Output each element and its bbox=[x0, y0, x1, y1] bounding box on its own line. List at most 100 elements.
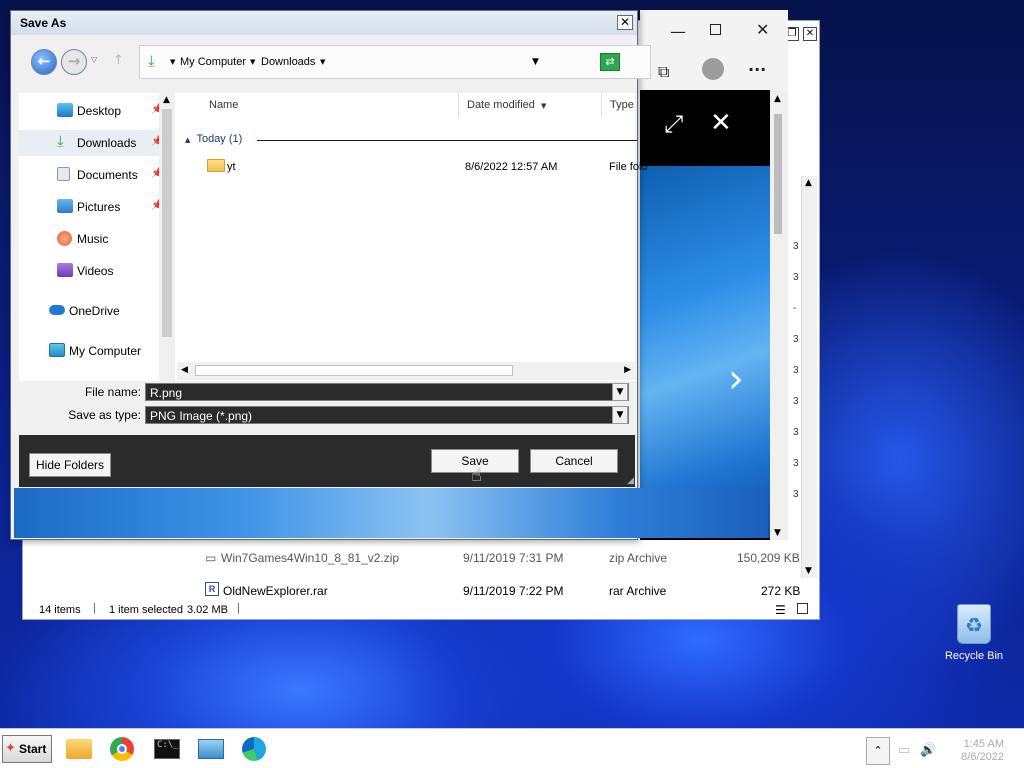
dialog-title: Save As bbox=[11, 11, 637, 35]
save-as-dialog: Save As ✕ ← → ▽ ↑ ⤓ ▼ My Computer ▼ Down… bbox=[10, 10, 651, 540]
breadcrumb-my-computer[interactable]: My Computer bbox=[180, 56, 246, 68]
recent-locations-dropdown-icon[interactable]: ▽ bbox=[91, 55, 97, 64]
scroll-thumb[interactable] bbox=[195, 365, 513, 376]
navigation-pane-scrollbar[interactable]: ▲ bbox=[159, 93, 175, 381]
chevron-down-icon[interactable]: ▼ bbox=[250, 58, 255, 66]
fullscreen-icon[interactable]: ⤢ bbox=[664, 110, 683, 138]
selection-count: 1 item selected bbox=[109, 604, 183, 616]
chevron-down-icon[interactable]: ▼ bbox=[612, 406, 628, 424]
file-size: 150,209 KB bbox=[737, 551, 800, 565]
column-header-date-modified[interactable]: Date modified ▼ bbox=[459, 93, 602, 117]
viewer-scrollbar[interactable]: ▲ ▼ bbox=[770, 90, 788, 540]
sidebar-item-videos[interactable]: Videos bbox=[19, 258, 159, 284]
sidebar-item-downloads[interactable]: ⤓ Downloads 📌 bbox=[19, 130, 163, 156]
chevron-down-icon[interactable]: ▼ bbox=[170, 58, 175, 66]
sidebar-item-pictures[interactable]: Pictures 📌 bbox=[19, 194, 163, 220]
scroll-thumb[interactable] bbox=[774, 114, 782, 234]
scroll-up-icon[interactable]: ▲ bbox=[805, 178, 812, 188]
windows-logo-icon: ✦ bbox=[5, 741, 16, 756]
group-divider bbox=[257, 140, 637, 141]
chevron-down-icon[interactable]: ▼ bbox=[612, 383, 628, 401]
clock-time: 1:45 AM bbox=[963, 738, 1004, 750]
next-image-icon[interactable]: › bbox=[728, 356, 744, 402]
forward-arrow-icon[interactable]: → bbox=[61, 49, 87, 75]
close-button[interactable]: ✕ bbox=[756, 20, 769, 39]
dialog-close-button[interactable]: ✕ bbox=[617, 15, 633, 30]
explorer-vertical-scrollbar[interactable]: ▲ ▼ bbox=[801, 176, 817, 578]
breadcrumb-downloads[interactable]: Downloads bbox=[261, 56, 315, 68]
file-name-label: File name: bbox=[84, 385, 141, 399]
column-header-type[interactable]: Type bbox=[602, 93, 642, 117]
hand-cursor-icon: ☝ bbox=[471, 465, 482, 486]
dialog-button-bar: Hide Folders Save Cancel ☝ ◢ bbox=[19, 435, 635, 487]
chevron-down-icon[interactable]: ▼ bbox=[320, 58, 325, 66]
file-list-horizontal-scrollbar[interactable]: ◀ ▶ bbox=[177, 362, 635, 380]
file-name: Win7Games4Win10_8_81_v2.zip bbox=[221, 551, 400, 565]
show-hidden-icons-icon[interactable]: ⌃ bbox=[866, 737, 890, 765]
close-preview-icon[interactable]: ✕ bbox=[710, 108, 732, 138]
add-to-collection-icon[interactable]: ⧉ bbox=[658, 62, 669, 82]
sidebar-label: Downloads bbox=[77, 136, 137, 150]
file-explorer-icon[interactable] bbox=[66, 739, 92, 759]
command-prompt-icon[interactable]: C:\_ bbox=[154, 739, 180, 759]
address-history-dropdown-icon[interactable]: ▼ bbox=[532, 57, 539, 67]
file-type: File fold bbox=[609, 161, 648, 173]
up-arrow-icon[interactable]: ↑ bbox=[113, 53, 124, 68]
sidebar-label: My Computer bbox=[69, 344, 142, 358]
column-header-name[interactable]: Name bbox=[201, 93, 459, 117]
save-as-type-select[interactable]: PNG Image (*.png) ▼ bbox=[145, 406, 629, 424]
sidebar-item-onedrive[interactable]: OneDrive bbox=[19, 298, 159, 324]
explorer-close-button[interactable]: ✕ bbox=[803, 27, 817, 41]
group-header-today[interactable]: ▲ Today (1) bbox=[185, 133, 637, 147]
minimize-button[interactable]: — bbox=[670, 22, 686, 41]
more-options-icon[interactable]: ··· bbox=[748, 60, 766, 79]
file-row[interactable]: ▭ Win7Games4Win10_8_81_v2.zip 9/11/2019 … bbox=[205, 551, 805, 573]
chrome-icon[interactable] bbox=[110, 737, 134, 761]
sidebar-item-documents[interactable]: Documents 📌 bbox=[19, 162, 163, 188]
volume-icon[interactable]: 🔊 bbox=[920, 743, 936, 758]
edge-icon[interactable] bbox=[242, 737, 266, 761]
maximize-button[interactable] bbox=[710, 24, 721, 35]
scroll-down-icon[interactable]: ▼ bbox=[774, 528, 781, 538]
scroll-up-icon[interactable]: ▲ bbox=[163, 95, 170, 105]
file-row-folder[interactable]: yt 8/6/2022 12:57 AM File fold bbox=[177, 157, 648, 177]
documents-icon bbox=[57, 167, 70, 181]
preview-image: › bbox=[640, 166, 770, 538]
start-button[interactable]: ✦ Start bbox=[2, 735, 52, 763]
scroll-down-icon[interactable]: ▼ bbox=[805, 566, 812, 576]
music-icon bbox=[57, 231, 72, 246]
sidebar-item-music[interactable]: Music bbox=[19, 226, 159, 252]
sidebar-item-desktop[interactable]: Desktop 📌 bbox=[19, 98, 163, 124]
explorer-size-column-fragments: 33-333333 bbox=[793, 241, 799, 500]
scroll-thumb[interactable] bbox=[162, 109, 172, 337]
details-view-icon[interactable]: ☰ bbox=[775, 603, 786, 617]
sidebar-label: Documents bbox=[77, 168, 138, 182]
address-bar[interactable]: ⤓ ▼ My Computer ▼ Downloads ▼ ▼ ⇄ bbox=[139, 45, 651, 79]
file-type: rar Archive bbox=[609, 584, 667, 598]
large-icons-view-icon[interactable] bbox=[797, 603, 808, 614]
taskbar: ✦ Start C:\_ ⌃ ▭ 🔊 1:45 AM 8/6/2022 bbox=[0, 728, 1024, 768]
recycle-bin-desktop-icon[interactable]: Recycle Bin bbox=[934, 604, 1014, 662]
file-name-input[interactable]: R.png ▼ bbox=[145, 383, 629, 401]
navigation-pane: Desktop 📌 ⤓ Downloads 📌 Documents 📌 Pict… bbox=[19, 93, 177, 381]
network-icon[interactable]: ▭ bbox=[898, 743, 910, 758]
sidebar-label: Music bbox=[77, 232, 109, 246]
sidebar-item-my-computer[interactable]: My Computer bbox=[19, 338, 159, 364]
scroll-left-icon[interactable]: ◀ bbox=[181, 365, 188, 375]
system-clock[interactable]: 1:45 AM 8/6/2022 bbox=[961, 738, 1004, 764]
downloads-icon: ⤓ bbox=[57, 132, 64, 150]
cancel-button[interactable]: Cancel bbox=[530, 449, 618, 473]
scroll-right-icon[interactable]: ▶ bbox=[624, 365, 631, 375]
save-options: File name: R.png ▼ Save as type: PNG Ima… bbox=[19, 381, 635, 435]
account-avatar-icon[interactable] bbox=[702, 58, 724, 80]
resize-grip-icon[interactable]: ◢ bbox=[627, 476, 634, 486]
item-count: 14 items bbox=[39, 604, 81, 616]
explorer-status-bar: 14 items | 1 item selected 3.02 MB | ☰ bbox=[23, 599, 821, 621]
hide-folders-button[interactable]: Hide Folders bbox=[29, 453, 111, 477]
scroll-up-icon[interactable]: ▲ bbox=[774, 94, 781, 104]
control-panel-icon[interactable] bbox=[198, 739, 224, 759]
refresh-icon[interactable]: ⇄ bbox=[600, 53, 620, 71]
back-arrow-icon[interactable]: ← bbox=[31, 49, 57, 75]
clock-date: 8/6/2022 bbox=[961, 751, 1004, 763]
collapse-group-icon[interactable]: ▲ bbox=[185, 136, 190, 144]
